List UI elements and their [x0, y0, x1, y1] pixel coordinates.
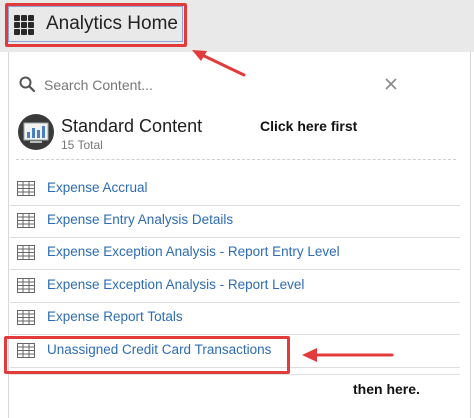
arrow-to-home: [192, 50, 246, 77]
arrow-to-unassigned: [302, 348, 394, 362]
annotation-arrows: [192, 50, 394, 362]
